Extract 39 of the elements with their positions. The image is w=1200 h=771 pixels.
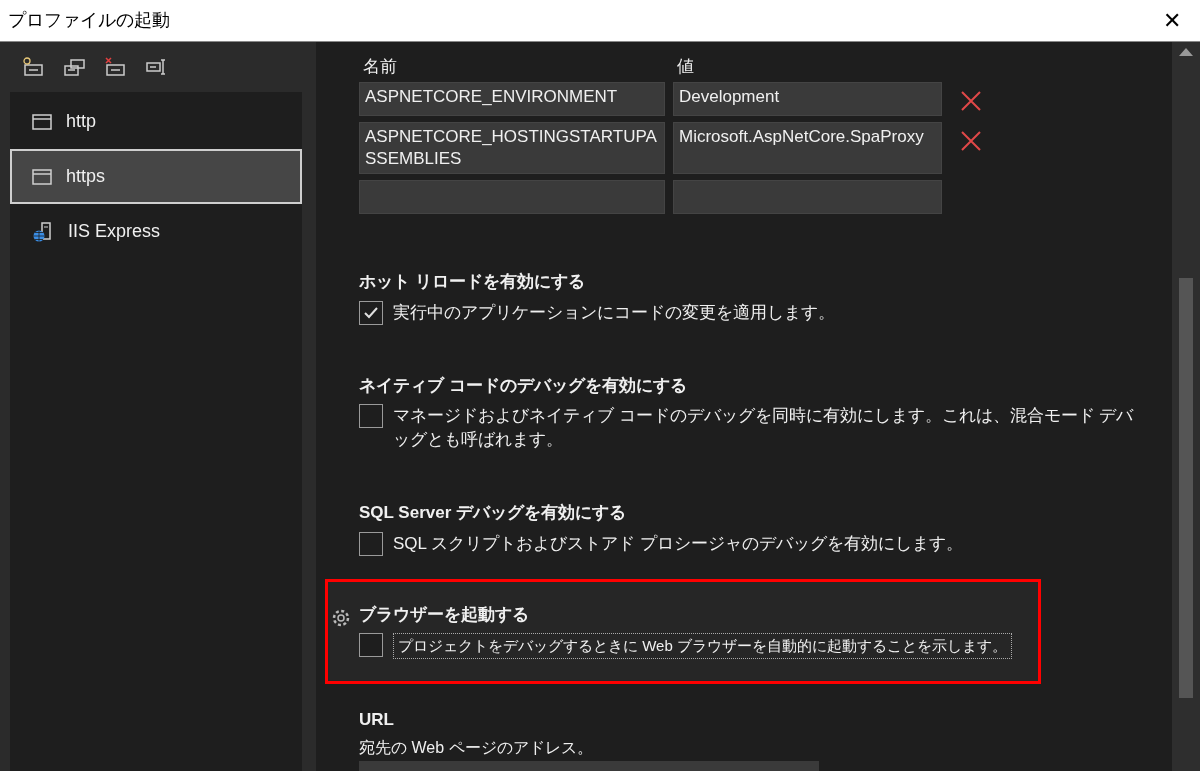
scroll-up-icon[interactable] <box>1179 48 1193 56</box>
option-description: マネージドおよびネイティブ コードのデバッグを同時に有効にします。これは、混合モード デバッグとも呼ばれます。 <box>393 405 1135 451</box>
delete-icon[interactable] <box>960 90 982 112</box>
option-description: プロジェクトをデバッグするときに Web ブラウザーを自動的に起動することを示します。 <box>393 633 1012 659</box>
option-description: SQL スクリプトおよびストアド プロシージャのデバッグを有効にします。 <box>393 532 963 555</box>
gear-icon <box>331 607 351 628</box>
option-title: SQL Server デバッグを有効にする <box>359 502 627 524</box>
option-description: 実行中のアプリケーションにコードの変更を適用します。 <box>393 301 835 324</box>
checkbox[interactable] <box>359 531 383 556</box>
profile-item[interactable]: IIS Express <box>10 204 302 259</box>
url-description: 宛先の Web ページのアドレス。 <box>359 737 593 758</box>
value-field[interactable] <box>673 180 942 214</box>
value-field[interactable]: Microsoft.AspNetCore.SpaProxy <box>673 122 942 174</box>
name-field[interactable]: ASPNETCORE_ENVIRONMENT <box>359 82 665 116</box>
checkbox[interactable] <box>359 404 383 428</box>
checkmark-icon <box>363 305 379 320</box>
option-title: ネイティブ コードのデバッグを有効にする <box>359 374 687 397</box>
column-header: 値 <box>676 56 695 78</box>
option-title: ブラウザーを起動する <box>359 603 529 626</box>
column-header: 名前 <box>362 56 398 78</box>
scrollbar[interactable] <box>1172 42 1200 771</box>
window-icon <box>32 113 52 130</box>
window-icon <box>32 168 52 185</box>
checkbox[interactable] <box>359 633 383 657</box>
window-title: プロファイルの起動 <box>8 9 170 32</box>
close-button[interactable]: ✕ <box>1156 4 1188 37</box>
delete-profile-icon[interactable] <box>104 55 128 79</box>
scrollbar-thumb[interactable] <box>1179 278 1193 698</box>
name-field[interactable]: ASPNETCORE_HOSTINGSTARTUPASSEMBLIES <box>359 122 665 174</box>
value-field[interactable]: Development <box>673 82 942 116</box>
option-title: ホット リロードを有効にする <box>359 271 585 293</box>
profile-item[interactable]: http <box>10 94 302 149</box>
new-profile-icon[interactable] <box>22 55 46 79</box>
profile-item[interactable]: https <box>10 149 302 204</box>
checkbox[interactable] <box>359 300 383 325</box>
name-field[interactable] <box>359 180 665 214</box>
globe-server-icon <box>32 221 54 242</box>
url-title: URL <box>359 709 394 731</box>
delete-icon[interactable] <box>960 130 982 152</box>
